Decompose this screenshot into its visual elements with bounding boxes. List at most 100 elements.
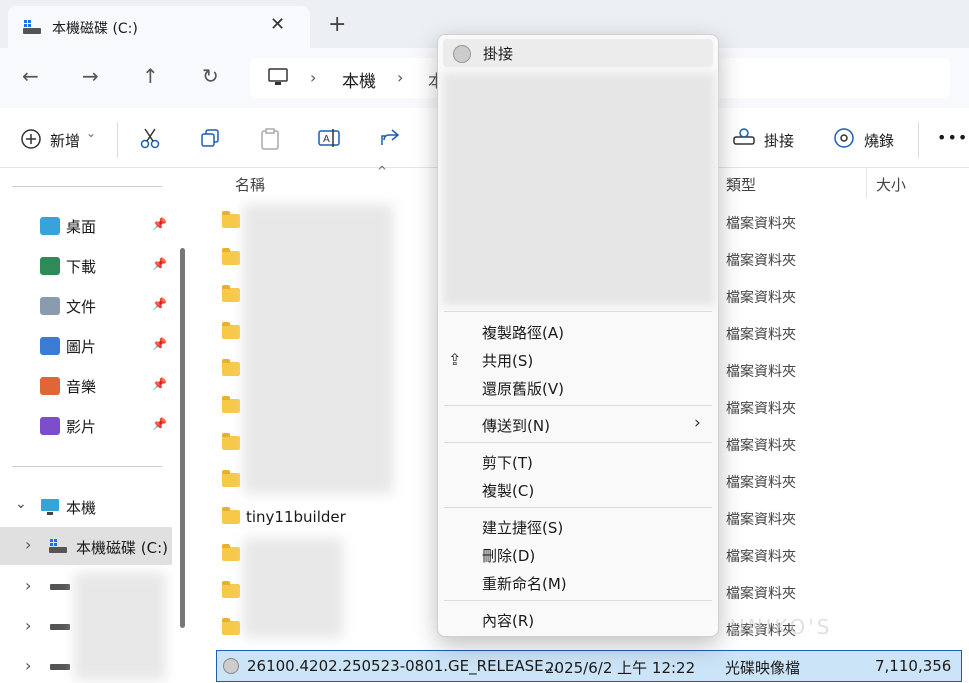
context-menu-mount[interactable]: 掛接 — [443, 39, 713, 67]
chevron-down-icon[interactable]: ⌄ — [86, 126, 96, 140]
breadcrumb-separator[interactable]: › — [310, 68, 316, 87]
redacted-folder-names — [243, 204, 393, 494]
menu-item-properties[interactable]: 內容(R) — [438, 605, 718, 633]
menu-item-create-shortcut[interactable]: 建立捷徑(S) — [438, 512, 718, 540]
menu-item-send-to[interactable]: 傳送到(N) › — [438, 410, 718, 438]
folder-icon — [40, 337, 60, 355]
sidebar-item-quick[interactable]: 下載 📌 — [0, 247, 172, 285]
file-size: 7,110,356 ... — [875, 657, 952, 683]
new-button[interactable]: 新增 — [50, 130, 80, 151]
folder-icon — [40, 417, 60, 435]
column-header-type[interactable]: 類型 — [726, 174, 756, 195]
sidebar-item-quick[interactable]: 音樂 📌 — [0, 367, 172, 405]
folder-icon — [40, 217, 60, 235]
sidebar-item-quick[interactable]: 影片 📌 — [0, 407, 172, 445]
breadcrumb-separator[interactable]: › — [397, 68, 403, 87]
copy-icon[interactable] — [200, 128, 220, 152]
menu-item-label: 還原舊版(V) — [482, 380, 564, 398]
file-type: 檔案資料夾 — [726, 438, 796, 454]
close-icon[interactable]: ✕ — [270, 14, 285, 35]
pin-icon[interactable]: 📌 — [152, 337, 167, 351]
divider — [918, 122, 919, 158]
chevron-right-icon[interactable]: › — [25, 535, 31, 554]
menu-item-cut[interactable]: 剪下(T) — [438, 447, 718, 475]
menu-item-rename[interactable]: 重新命名(M) — [438, 568, 718, 596]
folder-icon — [222, 396, 240, 413]
file-type: 檔案資料夾 — [726, 216, 796, 232]
burn-button[interactable]: 燒錄 — [864, 130, 894, 151]
menu-item-label: 刪除(D) — [482, 547, 536, 565]
forward-arrow-icon[interactable]: → — [82, 66, 99, 86]
pin-icon[interactable]: 📌 — [152, 297, 167, 311]
mount-button[interactable]: 掛接 — [764, 130, 794, 151]
svg-text:A: A — [323, 134, 330, 145]
file-name: tiny11builder — [246, 508, 346, 526]
pin-icon[interactable]: 📌 — [152, 417, 167, 431]
redacted-drive-names — [74, 572, 166, 680]
new-tab-button[interactable]: + — [328, 14, 346, 36]
sort-ascending-icon: ^ — [377, 164, 388, 178]
sidebar-item-quick[interactable]: 文件 📌 — [0, 287, 172, 325]
pin-icon[interactable]: 📌 — [152, 377, 167, 391]
watermark-logo: UNIKO'S — [730, 615, 833, 639]
up-arrow-icon[interactable]: ↑ — [142, 66, 159, 86]
menu-divider — [444, 507, 712, 508]
computer-icon — [268, 68, 288, 90]
cut-icon[interactable] — [140, 127, 160, 153]
menu-item-label: 剪下(T) — [482, 454, 533, 472]
pin-icon[interactable]: 📌 — [152, 217, 167, 231]
refresh-icon[interactable]: ↻ — [202, 66, 219, 86]
more-options-icon[interactable]: ••• — [937, 128, 968, 147]
column-header-size[interactable]: 大小 — [876, 174, 906, 195]
navigation-scrollbar[interactable] — [180, 248, 185, 628]
tab-local-disk[interactable]: 本機磁碟 (C:) ✕ — [8, 6, 310, 48]
menu-item-restore-previous[interactable]: 還原舊版(V) — [438, 373, 718, 401]
chevron-right-icon[interactable]: › — [25, 656, 31, 675]
menu-item-label: 共用(S) — [482, 352, 534, 370]
drive-icon — [50, 584, 70, 590]
redacted-menu-section — [443, 73, 715, 305]
share-icon: ⇪ — [448, 350, 462, 369]
share-icon[interactable] — [380, 127, 402, 151]
menu-item-delete[interactable]: 刪除(D) — [438, 540, 718, 568]
redacted-folder-names — [243, 538, 343, 638]
burn-disc-icon[interactable] — [833, 127, 855, 153]
menu-item-copy-path[interactable]: 複製路徑(A) — [438, 317, 718, 345]
folder-icon — [222, 544, 240, 561]
context-menu: 掛接 複製路徑(A) ⇪ 共用(S) 還原舊版(V) 傳送到(N) › 剪下(T… — [437, 34, 719, 637]
menu-item-label: 複製路徑(A) — [482, 324, 564, 342]
sidebar-item-label: 圖片 — [66, 338, 97, 356]
folder-icon — [222, 507, 240, 524]
mount-icon[interactable] — [733, 127, 755, 151]
column-header-name[interactable]: 名稱 — [235, 174, 265, 195]
file-type: 檔案資料夾 — [726, 253, 796, 269]
chevron-down-icon[interactable]: ⌄ — [15, 496, 27, 512]
sidebar-item-quick[interactable]: 桌面 📌 — [0, 207, 172, 245]
sidebar-item-this-pc[interactable]: 本機 — [66, 497, 96, 518]
menu-item-label: 建立捷徑(S) — [482, 519, 564, 537]
sidebar-item-label: 下載 — [66, 258, 97, 276]
folder-icon — [40, 257, 60, 275]
folder-icon — [222, 470, 240, 487]
menu-divider — [444, 311, 712, 312]
sidebar-item-quick[interactable]: 圖片 📌 — [0, 327, 172, 365]
menu-item-label: 傳送到(N) — [482, 417, 550, 435]
back-arrow-icon[interactable]: ← — [22, 66, 39, 86]
file-type: 檔案資料夾 — [726, 549, 796, 565]
folder-icon — [40, 377, 60, 395]
file-type: 檔案資料夾 — [726, 586, 796, 602]
menu-item-share[interactable]: ⇪ 共用(S) — [438, 345, 718, 373]
table-row-selected[interactable]: 26100.4202.250523-0801.GE_RELEASE... 202… — [216, 650, 962, 683]
menu-item-label: 內容(R) — [482, 612, 535, 630]
chevron-right-icon[interactable]: › — [25, 576, 31, 595]
pin-icon[interactable]: 📌 — [152, 257, 167, 271]
rename-icon[interactable]: A — [318, 128, 340, 152]
folder-icon — [222, 285, 240, 302]
plus-circle-icon[interactable] — [20, 128, 42, 154]
sidebar-item-local-disk[interactable]: › 本機磁碟 (C:) — [0, 527, 172, 565]
folder-icon — [222, 359, 240, 376]
chevron-right-icon[interactable]: › — [25, 616, 31, 635]
breadcrumb-this-pc[interactable]: 本機 — [342, 67, 376, 92]
disc-icon — [453, 45, 471, 63]
menu-item-copy[interactable]: 複製(C) — [438, 475, 718, 503]
